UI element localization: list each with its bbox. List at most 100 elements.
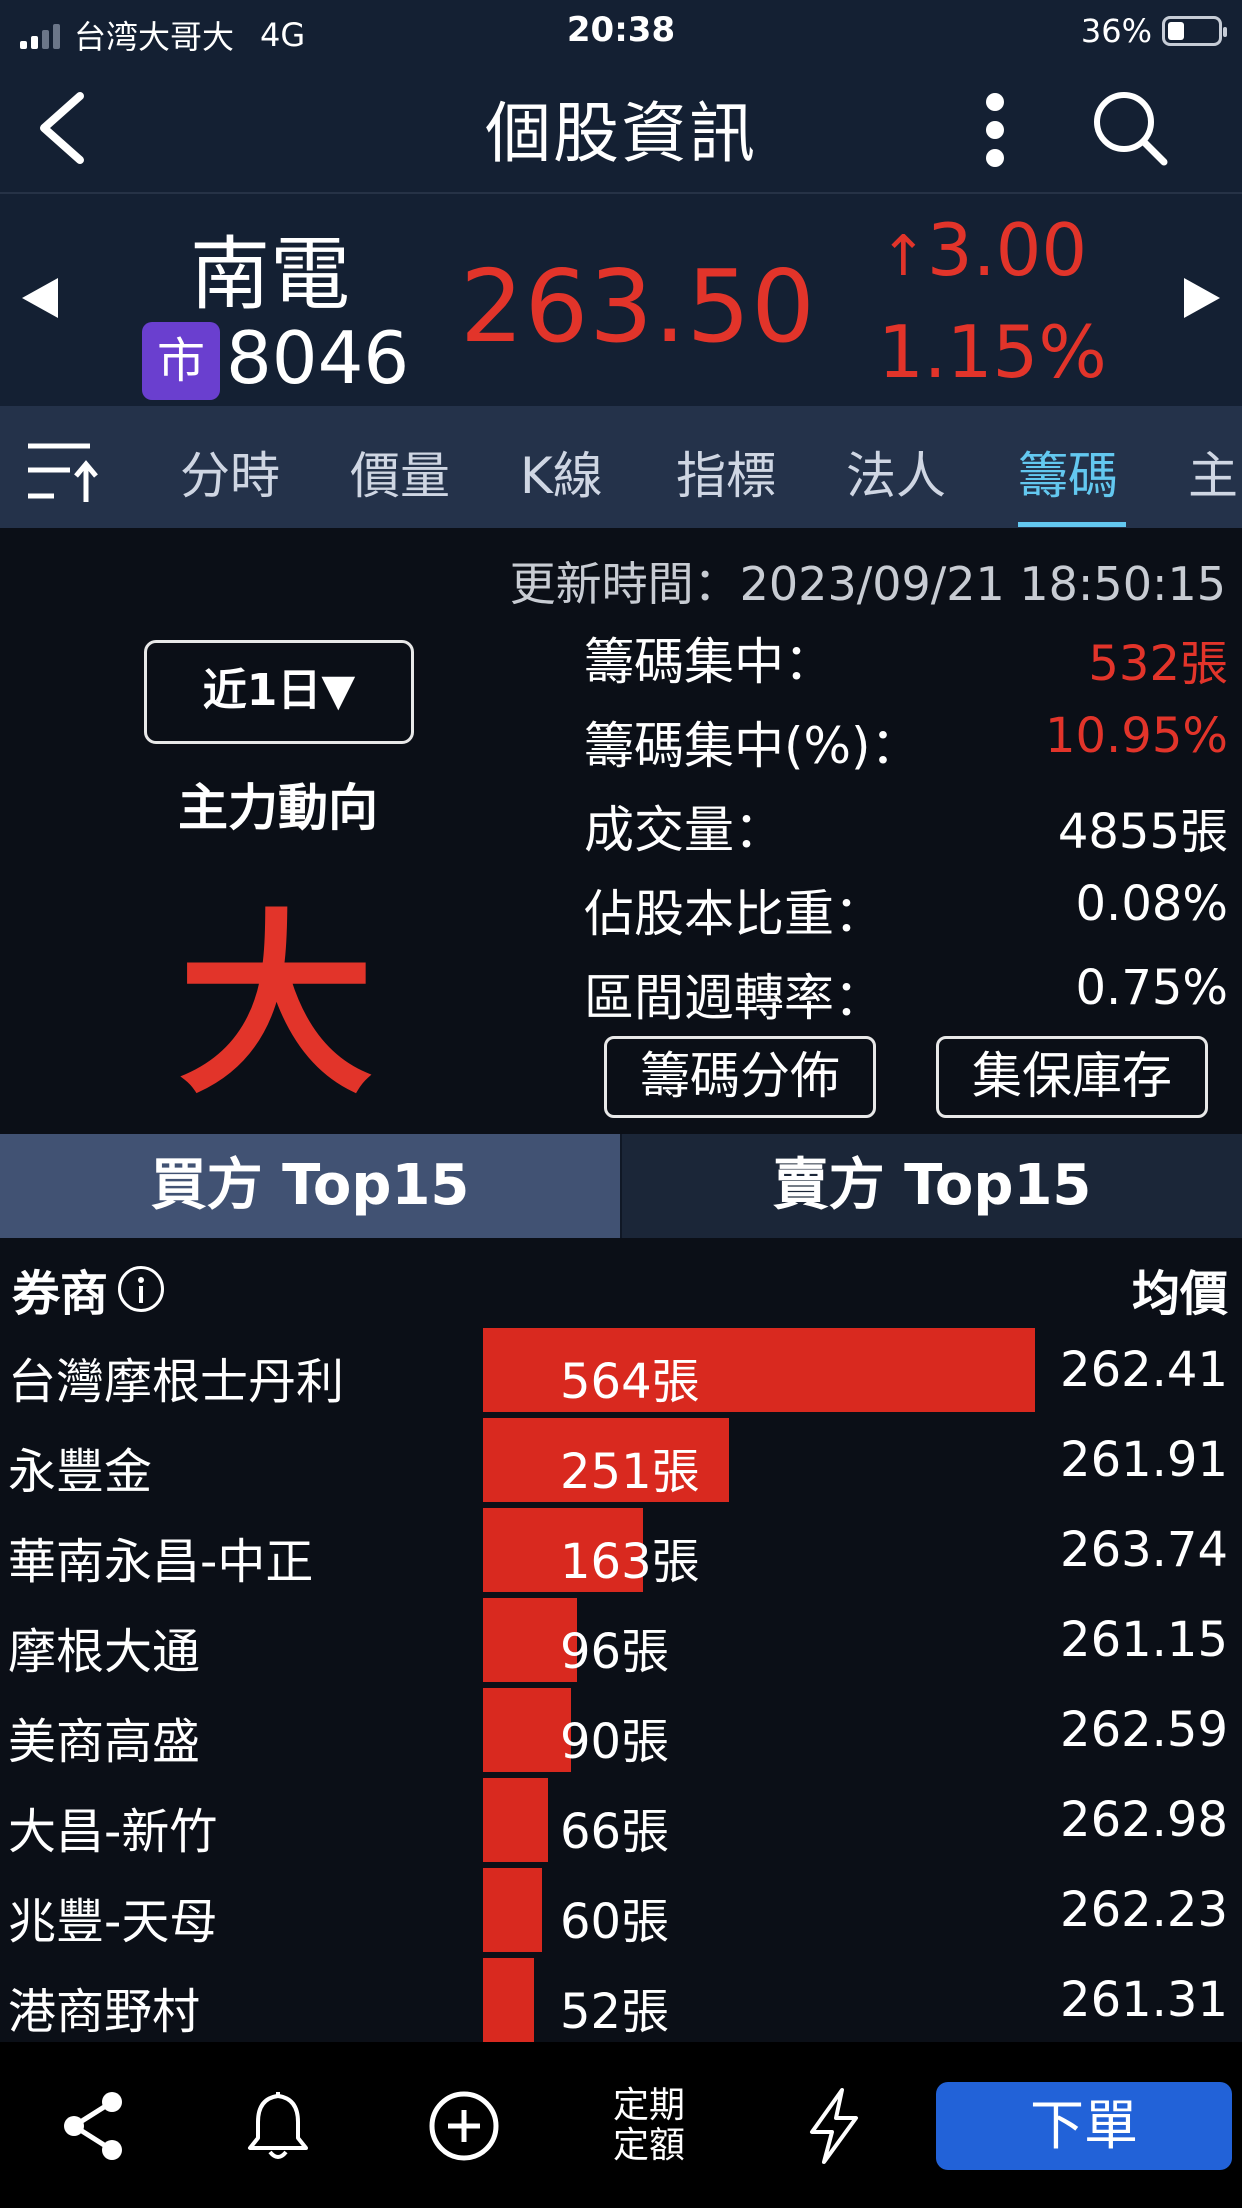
quantity-bar	[483, 1958, 534, 2042]
next-stock-icon[interactable]	[1184, 278, 1220, 318]
stat-turnover: 區間週轉率： 0.75%	[584, 958, 1228, 1028]
broker-quantity: 60張	[560, 1894, 670, 1950]
broker-name: 永豐金	[8, 1444, 153, 1500]
buy-sell-tabs: 買方 Top15 賣方 Top15	[0, 1134, 1242, 1238]
tab-chips[interactable]: 籌碼	[1018, 436, 1118, 508]
market-badge: 市	[142, 322, 220, 400]
nav-bar: 個股資訊	[0, 62, 1242, 194]
table-row[interactable]: 華南永昌-中正 163張 263.74	[0, 1508, 1242, 1598]
stat-volume: 成交量： 4855張	[584, 790, 1228, 860]
table-row[interactable]: 台灣摩根士丹利 564張 262.41	[0, 1328, 1242, 1418]
stat-value: 4855張	[1057, 804, 1228, 860]
chip-distribution-button[interactable]: 籌碼分佈	[604, 1036, 876, 1118]
up-arrow-icon: ↑	[880, 224, 927, 289]
clock: 20:38	[566, 10, 676, 50]
column-header-avg-price: 均價	[1131, 1266, 1228, 1322]
broker-quantity: 66張	[560, 1804, 670, 1860]
broker-name: 摩根大通	[8, 1624, 201, 1680]
tab-buy-top15[interactable]: 買方 Top15	[0, 1134, 620, 1238]
next-row-bar-partial	[483, 2034, 519, 2042]
lightning-icon[interactable]	[794, 2086, 874, 2166]
broker-name: 台灣摩根士丹利	[8, 1354, 345, 1410]
stat-value: 0.75%	[1075, 960, 1228, 1016]
broker-quantity: 163張	[560, 1534, 700, 1590]
quantity-bar	[483, 1688, 571, 1772]
period-dropdown[interactable]: 近1日▼	[144, 640, 414, 744]
broker-name: 美商高盛	[8, 1714, 201, 1770]
broker-quantity: 52張	[560, 1984, 670, 2040]
bottom-toolbar: 定期 定額 下單	[0, 2042, 1242, 2208]
share-icon[interactable]	[54, 2086, 134, 2166]
stat-label: 佔股本比重：	[584, 885, 884, 943]
broker-avg-price: 263.74	[1060, 1522, 1228, 1578]
broker-avg-price: 261.15	[1060, 1612, 1228, 1668]
status-right: 36%	[1081, 12, 1227, 50]
page-title: 個股資訊	[485, 95, 757, 172]
info-icon[interactable]	[118, 1266, 165, 1312]
stat-label: 成交量：	[584, 801, 784, 859]
custody-inventory-button[interactable]: 集保庫存	[936, 1036, 1208, 1118]
stat-capital-ratio: 佔股本比重： 0.08%	[584, 874, 1228, 944]
previous-stock-icon[interactable]	[22, 278, 58, 318]
search-icon[interactable]	[1090, 88, 1170, 168]
bell-icon[interactable]	[238, 2086, 318, 2166]
fixed-investment-button[interactable]: 定期 定額	[604, 2086, 694, 2166]
column-header-broker-label: 券商	[12, 1266, 109, 1322]
stat-label: 籌碼集中：	[584, 633, 834, 691]
stat-value: 10.95%	[1044, 708, 1228, 764]
stock-code: 8046	[226, 316, 410, 400]
broker-avg-price: 261.31	[1060, 1972, 1228, 2028]
tab-price-volume[interactable]: 價量	[350, 436, 450, 508]
tab-indicators[interactable]: 指標	[676, 436, 776, 508]
table-row[interactable]: 永豐金 251張 261.91	[0, 1418, 1242, 1508]
broker-table[interactable]: 券商 均價 台灣摩根士丹利 564張 262.41 永豐金 251張 261.91 華南永昌…	[0, 1238, 1242, 2042]
stat-concentration: 籌碼集中： 532張	[584, 622, 1228, 692]
table-row[interactable]: 港商野村 52張 261.31	[0, 1958, 1242, 2042]
column-header-broker: 券商	[12, 1254, 165, 1324]
broker-avg-price: 262.41	[1060, 1342, 1228, 1398]
price-change-percent: 1.15%	[878, 310, 1107, 394]
tab-main[interactable]: 主	[1188, 436, 1238, 508]
broker-name: 兆豐-天母	[8, 1894, 218, 1950]
table-row[interactable]: 摩根大通 96張 261.15	[0, 1598, 1242, 1688]
stat-label: 籌碼集中(%)：	[584, 717, 921, 775]
add-circle-icon[interactable]	[424, 2086, 504, 2166]
price-change: ↑3.00	[880, 208, 1087, 292]
table-row[interactable]: 兆豐-天母 60張 262.23	[0, 1868, 1242, 1958]
battery-icon	[1162, 16, 1227, 46]
price-change-value: 3.00	[926, 208, 1088, 292]
stock-name: 南電	[190, 228, 350, 321]
broker-quantity: 90張	[560, 1714, 670, 1770]
broker-quantity: 251張	[560, 1444, 700, 1500]
tab-institutional[interactable]: 法人	[846, 436, 946, 508]
broker-avg-price: 261.91	[1060, 1432, 1228, 1488]
quantity-bar	[483, 1778, 548, 1862]
tab-menu-icon[interactable]	[24, 436, 104, 506]
fixed-investment-line1: 定期	[612, 2085, 685, 2126]
chip-summary-panel: 更新時間：2023/09/21 18:50:15 近1日▼ 主力動向 大買 籌碼…	[0, 528, 1242, 1404]
broker-name: 華南永昌-中正	[8, 1534, 314, 1590]
broker-avg-price: 262.98	[1060, 1792, 1228, 1848]
stat-value: 532張	[1088, 636, 1228, 692]
stock-header: 南電 市 8046 263.50 ↑3.00 1.15%	[0, 194, 1242, 406]
stat-label: 區間週轉率：	[584, 969, 884, 1027]
broker-avg-price: 262.23	[1060, 1882, 1228, 1938]
table-row[interactable]: 大昌-新竹 66張 262.98	[0, 1778, 1242, 1868]
broker-name: 大昌-新竹	[8, 1804, 218, 1860]
active-tab-indicator	[1018, 522, 1126, 527]
tab-intraday[interactable]: 分時	[180, 436, 280, 508]
broker-name: 港商野村	[8, 1984, 201, 2040]
quantity-bar	[483, 1868, 542, 1952]
place-order-button[interactable]: 下單	[936, 2082, 1232, 2170]
more-options-icon[interactable]	[970, 90, 1020, 170]
table-row[interactable]: 美商高盛 90張 262.59	[0, 1688, 1242, 1778]
tab-kline[interactable]: K線	[520, 436, 603, 508]
broker-avg-price: 262.59	[1060, 1702, 1228, 1758]
status-bar: 台湾大哥大 4G 20:38 36%	[0, 0, 1242, 62]
stock-price: 263.50	[460, 248, 816, 365]
tab-sell-top15[interactable]: 賣方 Top15	[622, 1134, 1242, 1238]
broker-quantity: 564張	[560, 1354, 700, 1410]
stat-value: 0.08%	[1075, 876, 1228, 932]
main-force-label: 主力動向	[178, 779, 378, 837]
tab-bar: 分時 價量 K線 指標 法人 籌碼 主	[0, 406, 1242, 528]
